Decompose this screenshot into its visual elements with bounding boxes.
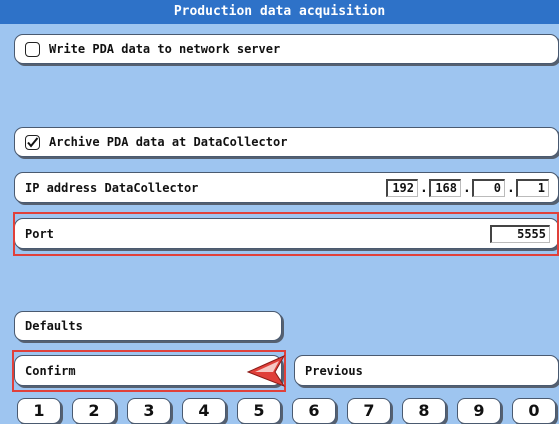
previous-button[interactable]: Previous: [294, 355, 559, 386]
ip-dot-2: .: [463, 181, 471, 196]
port-input[interactable]: 5555: [490, 225, 550, 243]
keypad-key-8[interactable]: 8: [402, 398, 446, 424]
ip-octet-4[interactable]: 1: [516, 179, 549, 197]
keypad-key-4[interactable]: 4: [182, 398, 226, 424]
port-row: Port 5555: [14, 218, 559, 249]
keypad-key-2[interactable]: 2: [72, 398, 116, 424]
write-pda-label: Write PDA data to network server: [49, 42, 281, 56]
write-pda-checkbox[interactable]: [25, 42, 40, 57]
keypad-key-3[interactable]: 3: [127, 398, 171, 424]
keypad-key-0[interactable]: 0: [512, 398, 556, 424]
confirm-label: Confirm: [25, 363, 76, 378]
archive-pda-checkbox[interactable]: [25, 135, 40, 150]
pointer-arrow-icon: [246, 354, 286, 388]
window-title: Production data acquisition: [0, 0, 559, 24]
confirm-button[interactable]: Confirm: [14, 355, 282, 386]
ip-octet-2[interactable]: 168: [429, 179, 461, 197]
previous-label: Previous: [305, 363, 363, 378]
keypad-key-7[interactable]: 7: [347, 398, 391, 424]
keypad-key-5[interactable]: 5: [237, 398, 281, 424]
ip-address-row: IP address DataCollector 192 . 168 . 0 .…: [14, 172, 559, 203]
write-pda-row[interactable]: Write PDA data to network server: [14, 34, 559, 64]
ip-dot-1: .: [420, 181, 428, 196]
keypad-key-6[interactable]: 6: [292, 398, 336, 424]
ip-octet-3[interactable]: 0: [472, 179, 505, 197]
port-label: Port: [25, 226, 54, 241]
archive-pda-row[interactable]: Archive PDA data at DataCollector: [14, 127, 559, 157]
ip-dot-3: .: [507, 181, 515, 196]
keypad-key-9[interactable]: 9: [457, 398, 501, 424]
checkmark-icon: [27, 137, 39, 148]
defaults-label: Defaults: [25, 319, 83, 333]
defaults-button[interactable]: Defaults: [14, 311, 282, 341]
ip-address-label: IP address DataCollector: [25, 180, 199, 195]
keypad-key-1[interactable]: 1: [17, 398, 61, 424]
ip-octet-1[interactable]: 192: [386, 179, 418, 197]
archive-pda-label: Archive PDA data at DataCollector: [49, 135, 288, 149]
